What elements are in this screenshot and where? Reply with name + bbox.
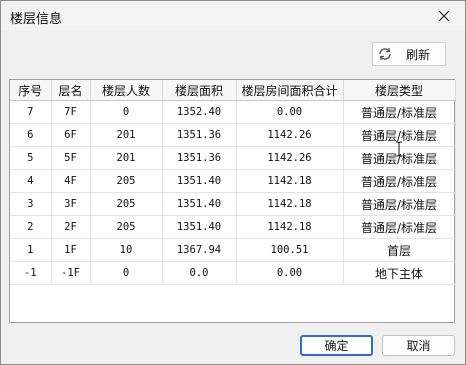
table-row[interactable]: 1 1F 10 1367.94 100.51 首层 [10, 238, 456, 262]
cell-occupants: 205 [90, 215, 163, 239]
cell-floor-type[interactable]: 普通层/标准层 [343, 215, 456, 239]
cell-occupants: 10 [90, 238, 163, 262]
cell-floor-area: 0.0 [162, 261, 237, 285]
floor-table[interactable]: 序号 层名 楼层人数 楼层面积 楼层房间面积合计 楼层类型 7 7F 0 135… [9, 79, 456, 323]
table-row[interactable]: 7 7F 0 1352.40 0.00 普通层/标准层 [10, 100, 456, 124]
refresh-button[interactable]: 刷新 [372, 42, 446, 66]
cell-index: 2 [10, 215, 52, 239]
cell-room-area-total: 1142.18 [236, 215, 344, 239]
refresh-label: 刷新 [406, 47, 431, 62]
cell-floor-area: 1351.36 [162, 123, 237, 147]
table-row[interactable]: -1 -1F 0 0.0 0.00 地下主体 [10, 261, 456, 285]
cell-floor-area: 1352.40 [162, 100, 237, 124]
cell-room-area-total: 100.51 [236, 238, 344, 262]
col-header-room-area-total[interactable]: 楼层房间面积合计 [236, 80, 344, 101]
cell-floor-name: 1F [51, 238, 91, 262]
window-title: 楼层信息 [10, 12, 63, 27]
cell-occupants: 201 [90, 123, 163, 147]
cell-occupants: 0 [90, 100, 163, 124]
cell-floor-area: 1351.36 [162, 146, 237, 170]
cell-floor-type[interactable]: 首层 [343, 238, 456, 262]
cell-room-area-total: 1142.26 [236, 123, 344, 147]
cell-floor-name: -1F [51, 261, 91, 285]
cell-floor-name: 3F [51, 192, 91, 216]
table-row[interactable]: 4 4F 205 1351.40 1142.18 普通层/标准层 [10, 169, 456, 193]
table-row[interactable]: 5 5F 201 1351.36 1142.26 普通层/标准层 [10, 146, 456, 170]
cell-floor-area: 1351.40 [162, 192, 237, 216]
col-header-occupants[interactable]: 楼层人数 [90, 80, 163, 101]
cell-index: 7 [10, 100, 52, 124]
cancel-button[interactable]: 取消 [382, 335, 455, 356]
cell-floor-type[interactable]: 地下主体 [343, 261, 456, 285]
cell-floor-name: 5F [51, 146, 91, 170]
cell-index: 4 [10, 169, 52, 193]
close-button[interactable] [429, 3, 459, 29]
cell-occupants: 205 [90, 169, 163, 193]
ok-button[interactable]: 确定 [300, 335, 373, 356]
table-row[interactable]: 6 6F 201 1351.36 1142.26 普通层/标准层 [10, 123, 456, 147]
cell-room-area-total: 1142.26 [236, 146, 344, 170]
cell-index: -1 [10, 261, 52, 285]
table-header-row: 序号 层名 楼层人数 楼层面积 楼层房间面积合计 楼层类型 [10, 80, 456, 101]
cell-floor-type[interactable]: 普通层/标准层 [343, 192, 456, 216]
cell-floor-name: 7F [51, 100, 91, 124]
col-header-floor-type[interactable]: 楼层类型 [343, 80, 456, 101]
cell-floor-area: 1351.40 [162, 215, 237, 239]
cell-floor-type[interactable]: 普通层/标准层 [343, 100, 456, 124]
cell-occupants: 0 [90, 261, 163, 285]
cell-floor-name: 2F [51, 215, 91, 239]
cell-floor-name: 6F [51, 123, 91, 147]
cell-room-area-total: 1142.18 [236, 169, 344, 193]
col-header-floor-area[interactable]: 楼层面积 [162, 80, 237, 101]
cell-index: 6 [10, 123, 52, 147]
cell-floor-area: 1367.94 [162, 238, 237, 262]
close-icon [438, 10, 450, 22]
cell-floor-name: 4F [51, 169, 91, 193]
table-row[interactable]: 3 3F 205 1351.40 1142.18 普通层/标准层 [10, 192, 456, 216]
col-header-floor-name[interactable]: 层名 [51, 80, 91, 101]
cell-floor-area: 1351.40 [162, 169, 237, 193]
text-cursor-icon [396, 141, 402, 157]
title-bar[interactable]: 楼层信息 [1, 1, 465, 31]
cell-index: 3 [10, 192, 52, 216]
refresh-icon [379, 47, 391, 61]
dialog-window: 楼层信息 刷新 序号 层名 楼层人数 楼层面积 楼层房间面积合计 楼层类型 7 … [0, 0, 466, 365]
cell-index: 1 [10, 238, 52, 262]
cell-occupants: 201 [90, 146, 163, 170]
cell-floor-type[interactable]: 普通层/标准层 [343, 169, 456, 193]
col-header-index[interactable]: 序号 [10, 80, 52, 101]
table-row[interactable]: 2 2F 205 1351.40 1142.18 普通层/标准层 [10, 215, 456, 239]
cell-index: 5 [10, 146, 52, 170]
cell-room-area-total: 0.00 [236, 261, 344, 285]
cell-room-area-total: 0.00 [236, 100, 344, 124]
cell-occupants: 205 [90, 192, 163, 216]
cell-room-area-total: 1142.18 [236, 192, 344, 216]
